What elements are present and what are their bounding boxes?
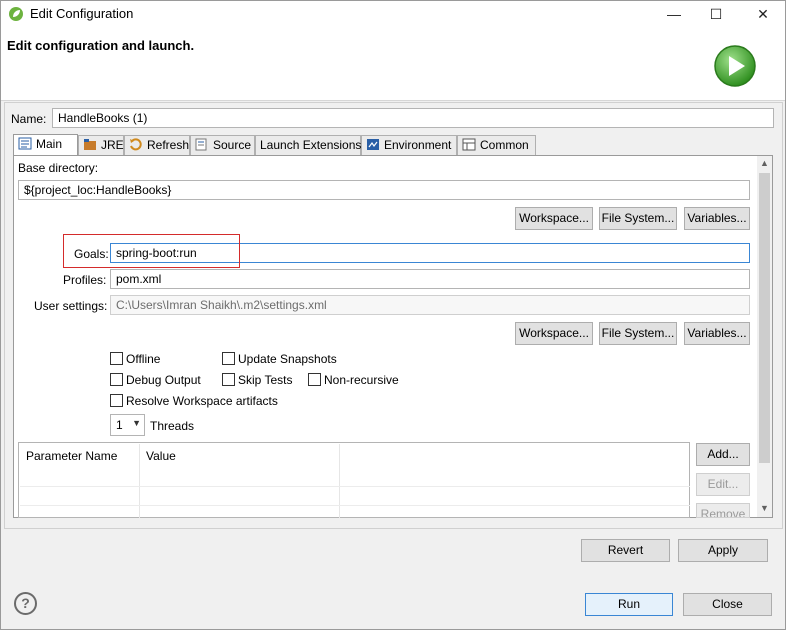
base-workspace-button[interactable]: Workspace... [515,207,593,230]
debug-output-label: Debug Output [126,373,201,387]
column-divider [139,444,140,518]
help-icon[interactable]: ? [14,592,37,615]
skip-tests-label: Skip Tests [238,373,293,387]
tab-environment[interactable]: Environment [361,135,457,155]
run-button[interactable]: Run [585,593,673,616]
tab-environment-label: Environment [384,138,452,152]
window-title: Edit Configuration [30,6,134,21]
tab-source-label: Source [213,138,252,152]
resolve-workspace-checkbox[interactable] [110,394,123,407]
tab-jre-label: JRE [101,138,124,152]
tab-main-label: Main [36,137,63,151]
apply-button[interactable]: Apply [678,539,768,562]
profiles-input[interactable]: pom.xml [110,269,750,289]
offline-checkbox[interactable] [110,352,123,365]
table-row [20,505,690,506]
launch-run-icon [714,45,756,87]
tab-jre[interactable]: JRE [78,135,124,155]
jre-icon [84,139,96,150]
profiles-label: Profiles: [63,273,107,287]
tab-launch-extensions[interactable]: Launch Extensions [255,135,361,155]
dialog-header: Edit configuration and launch. [1,27,785,101]
name-input[interactable]: HandleBooks (1) [52,108,774,128]
base-file-system-button[interactable]: File System... [599,207,677,230]
spring-leaf-icon [9,7,23,21]
update-snapshots-label: Update Snapshots [238,352,337,366]
user-settings-label: User settings: [34,299,108,313]
user-settings-input[interactable]: C:\Users\Imran Shaikh\.m2\settings.xml [110,295,750,315]
minimize-button[interactable]: — [652,1,696,27]
column-divider [339,444,340,518]
non-recursive-label: Non-recursive [324,373,399,387]
environment-icon [367,139,379,150]
threads-value: 1 [116,418,123,432]
source-icon [195,138,207,151]
scrollbar-thumb[interactable] [759,173,770,463]
name-label: Name: [11,112,47,126]
revert-button[interactable]: Revert [581,539,670,562]
parameters-table[interactable]: Parameter Name Value [18,442,690,518]
close-window-button[interactable]: ✕ [741,1,785,27]
table-row [20,486,690,487]
common-icon [462,138,476,151]
close-button[interactable]: Close [683,593,772,616]
tab-main[interactable]: Main [13,134,78,156]
scroll-down-icon[interactable]: ▼ [757,501,772,516]
update-snapshots-checkbox[interactable] [222,352,235,365]
tab-source[interactable]: Source [190,135,255,155]
threads-label: Threads [150,419,195,433]
vertical-scrollbar[interactable]: ▲ ▼ [757,156,772,517]
tab-launch-extensions-label: Launch Extensions [260,138,362,152]
scroll-up-icon[interactable]: ▲ [757,156,772,171]
column-header-value[interactable]: Value [146,449,176,463]
tab-refresh-label: Refresh [147,138,190,152]
base-directory-input[interactable]: ${project_loc:HandleBooks} [18,180,750,200]
maximize-button[interactable]: ☐ [694,1,738,27]
tab-refresh[interactable]: Refresh [124,135,190,155]
base-directory-label: Base directory: [18,161,99,175]
tab-common-label: Common [480,138,529,152]
column-header-parameter-name[interactable]: Parameter Name [26,449,117,463]
debug-output-checkbox[interactable] [110,373,123,386]
goals-highlight-annotation [63,234,240,268]
offline-label: Offline [126,352,161,366]
main-tab-icon [18,137,32,150]
settings-variables-button[interactable]: Variables... [684,322,750,345]
non-recursive-checkbox[interactable] [308,373,321,386]
edit-parameter-button[interactable]: Edit... [696,473,750,496]
threads-select[interactable]: 1 ▼ [110,414,145,436]
refresh-icon [130,138,142,151]
edit-configuration-dialog: Edit Configuration — ☐ ✕ Edit configurat… [0,0,786,630]
settings-workspace-button[interactable]: Workspace... [515,322,593,345]
base-variables-button[interactable]: Variables... [684,207,750,230]
settings-file-system-button[interactable]: File System... [599,322,677,345]
remove-parameter-button[interactable]: Remove [696,503,750,518]
add-parameter-button[interactable]: Add... [696,443,750,466]
title-bar: Edit Configuration — ☐ ✕ [1,1,785,27]
resolve-workspace-label: Resolve Workspace artifacts [126,394,278,408]
skip-tests-checkbox[interactable] [222,373,235,386]
header-title: Edit configuration and launch. [7,38,195,53]
tab-common[interactable]: Common [457,135,536,155]
chevron-down-icon: ▼ [132,418,141,428]
